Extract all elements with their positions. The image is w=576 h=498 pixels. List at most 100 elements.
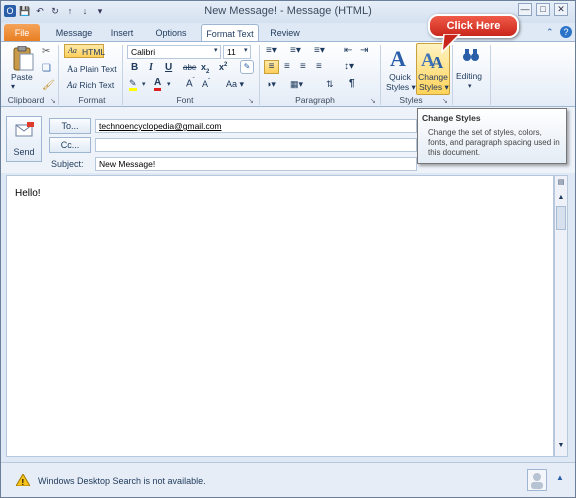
paste-button[interactable]: Paste xyxy=(11,72,33,82)
clipboard-launcher-icon[interactable]: ↘ xyxy=(50,97,56,105)
send-button[interactable]: Send xyxy=(6,116,42,162)
show-formatting-icon[interactable]: ¶ xyxy=(349,78,355,89)
align-center-icon[interactable]: ≡ xyxy=(284,61,290,72)
font-color-icon[interactable]: A xyxy=(154,78,162,91)
svg-text:!: ! xyxy=(22,478,25,486)
bold-icon[interactable]: B xyxy=(131,62,138,73)
editing-button[interactable]: Editing xyxy=(456,71,482,81)
people-pane-avatar-icon[interactable] xyxy=(527,469,547,491)
html-format-label: HTML xyxy=(82,47,106,57)
group-separator xyxy=(490,45,491,105)
borders-icon[interactable]: ▦▾ xyxy=(290,79,303,90)
group-separator xyxy=(380,45,381,105)
subject-field[interactable]: New Message! xyxy=(95,157,417,171)
bullets-icon[interactable]: ≡▾ xyxy=(266,45,277,56)
cut-icon[interactable]: ✂ xyxy=(42,46,50,57)
clear-formatting-icon[interactable]: ✎ xyxy=(240,60,254,74)
format-painter-icon[interactable]: 🖌 xyxy=(42,80,55,91)
scroll-down-icon[interactable]: ▼ xyxy=(556,442,566,452)
rich-text-icon: Aa xyxy=(67,80,77,90)
scroll-up-icon[interactable]: ▲ xyxy=(556,194,566,204)
styles-launcher-icon[interactable]: ↘ xyxy=(442,97,448,105)
rich-text-button[interactable]: Aa Rich Text xyxy=(67,80,114,90)
quick-styles-button[interactable]: Styles ▾ xyxy=(386,82,416,93)
subject-label: Subject: xyxy=(51,159,84,169)
italic-icon[interactable]: I xyxy=(149,62,153,73)
tab-message[interactable]: Message xyxy=(52,24,96,42)
font-launcher-icon[interactable]: ↘ xyxy=(248,97,254,105)
paragraph-group-label: Paragraph xyxy=(295,95,335,105)
change-styles-label-2: Styles xyxy=(419,82,443,92)
tab-options[interactable]: Options xyxy=(150,24,192,42)
strikethrough-icon[interactable]: abe xyxy=(183,63,196,72)
tab-file[interactable]: File xyxy=(4,24,40,42)
quick-styles-label-2: Styles xyxy=(386,82,410,92)
multilevel-list-icon[interactable]: ≡▾ xyxy=(314,45,325,56)
decrease-indent-icon[interactable]: ⇤ xyxy=(344,45,352,56)
clipboard-group-label: Clipboard xyxy=(7,95,45,105)
subscript-icon[interactable]: x2 xyxy=(201,62,209,75)
html-format-button[interactable]: Aa HTML xyxy=(64,44,106,58)
people-pane-toggle-icon[interactable]: ▲ xyxy=(556,473,564,482)
align-left-icon[interactable]: ≡ xyxy=(264,60,279,74)
shrink-font-icon[interactable]: Aˇ xyxy=(202,79,210,89)
highlight-color-icon[interactable]: ✎ xyxy=(129,78,137,91)
group-separator xyxy=(122,45,123,105)
vertical-scrollbar[interactable]: ▤ ▲ ▼ xyxy=(554,175,568,457)
font-size-dropdown-icon[interactable]: ▾ xyxy=(244,46,248,54)
plain-text-button[interactable]: Aa Plain Text xyxy=(67,64,117,74)
svg-text:A: A xyxy=(431,53,444,71)
svg-text:A: A xyxy=(390,46,406,70)
scroll-thumb[interactable] xyxy=(556,206,566,230)
paragraph-launcher-icon[interactable]: ↘ xyxy=(370,97,376,105)
styles-group-label: Styles xyxy=(399,95,423,105)
sort-icon[interactable]: ⇅ xyxy=(326,79,334,90)
superscript-icon[interactable]: x2 xyxy=(219,62,227,72)
font-name-dropdown-icon[interactable]: ▾ xyxy=(214,46,218,54)
send-envelope-icon xyxy=(15,121,35,139)
quick-styles-label-1: Quick xyxy=(389,72,411,82)
font-group-label: Font xyxy=(176,95,194,105)
warning-icon: ! xyxy=(15,473,31,487)
cc-field[interactable] xyxy=(95,138,417,152)
to-button[interactable]: To... xyxy=(49,118,91,134)
font-name-combobox[interactable]: Calibri xyxy=(127,45,221,59)
help-icon[interactable]: ? xyxy=(560,26,572,38)
font-name-value: Calibri xyxy=(131,47,156,57)
group-separator xyxy=(58,45,59,105)
quick-styles-icon[interactable]: A xyxy=(386,44,412,71)
rich-text-label: Rich Text xyxy=(79,80,115,90)
numbering-icon[interactable]: ≡▾ xyxy=(290,45,301,56)
paste-icon[interactable] xyxy=(8,45,36,71)
ruler-toggle-icon[interactable]: ▤ xyxy=(556,178,566,188)
to-recipient: technoencyclopedia@gmail.com xyxy=(99,121,222,131)
tab-format-text[interactable]: Format Text xyxy=(201,24,259,42)
minimize-button[interactable]: — xyxy=(518,3,532,16)
shading-icon[interactable]: ◑▾ xyxy=(266,79,276,90)
maximize-button[interactable]: □ xyxy=(536,3,550,16)
tab-insert[interactable]: Insert xyxy=(104,24,140,42)
cc-button[interactable]: Cc... xyxy=(49,137,91,153)
change-styles-label-1: Change xyxy=(418,72,448,82)
justify-icon[interactable]: ≡ xyxy=(316,61,322,72)
paste-dropdown-icon[interactable]: ▾ xyxy=(11,82,15,91)
font-color-dropdown-icon[interactable]: ▾ xyxy=(167,80,171,88)
callout-pointer-icon xyxy=(441,34,462,54)
increase-indent-icon[interactable]: ⇥ xyxy=(360,45,368,56)
editing-dropdown-icon[interactable]: ▾ xyxy=(468,82,472,90)
line-spacing-icon[interactable]: ↕▾ xyxy=(344,61,354,72)
format-group-label: Format xyxy=(78,95,106,105)
change-case-icon[interactable]: Aa ▾ xyxy=(226,79,244,90)
message-body[interactable]: Hello! xyxy=(6,175,554,457)
plain-text-label: Plain Text xyxy=(79,64,117,74)
ribbon-minimize-icon[interactable]: ⌃ xyxy=(546,27,554,38)
close-button[interactable]: ✕ xyxy=(554,3,568,16)
align-right-icon[interactable]: ≡ xyxy=(300,61,306,72)
to-field[interactable]: technoencyclopedia@gmail.com xyxy=(95,119,417,133)
copy-icon[interactable]: ❏ xyxy=(42,63,51,74)
grow-font-icon[interactable]: Aˆ xyxy=(186,78,195,89)
highlight-dropdown-icon[interactable]: ▾ xyxy=(142,80,146,88)
underline-icon[interactable]: U xyxy=(165,62,172,73)
tab-review[interactable]: Review xyxy=(265,24,305,42)
tooltip-body: Change the set of styles, colors, fonts,… xyxy=(428,128,560,157)
